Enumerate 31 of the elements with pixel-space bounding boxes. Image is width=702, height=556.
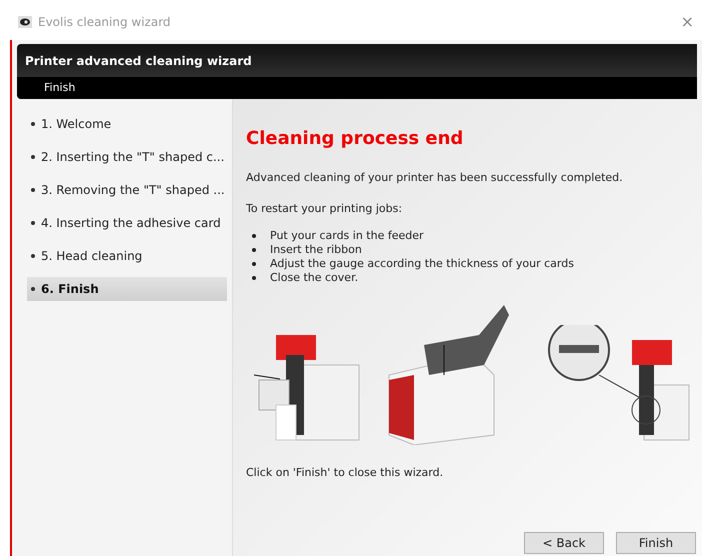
wizard-step[interactable]: 4. Inserting the adhesive card [27, 211, 227, 235]
bullet-icon [252, 248, 256, 252]
completion-message: Advanced cleaning of your printer has been successfully completed. [246, 170, 624, 186]
instruction-item: Close the cover. [270, 271, 358, 285]
closing-instruction: Click on 'Finish' to close this wizard. [246, 465, 444, 481]
back-button[interactable]: < Back [524, 532, 604, 554]
page-heading: Cleaning process end [246, 127, 464, 151]
instruction-item: Insert the ribbon [270, 243, 362, 257]
bullet-icon [31, 221, 35, 225]
bullet-icon [31, 287, 35, 291]
wizard-step[interactable]: 2. Inserting the "T" shaped c... [27, 145, 227, 169]
instruction-item: Adjust the gauge according the thickness of your cards [270, 257, 574, 271]
wizard-title: Printer advanced cleaning wizard [24, 52, 253, 70]
wizard-step[interactable]: 5. Head cleaning [27, 244, 227, 268]
bullet-icon [31, 155, 35, 159]
window-title: Evolis cleaning wizard [38, 14, 171, 31]
bullet-icon [31, 254, 35, 258]
instructions-intro: To restart your printing jobs: [246, 200, 404, 216]
bullet-icon [31, 122, 35, 126]
wizard-step[interactable]: 6. Finish [27, 277, 227, 301]
bullet-icon [252, 276, 256, 280]
bullet-icon [252, 234, 256, 238]
bullet-icon [31, 188, 35, 192]
close-button[interactable]: × [680, 14, 694, 30]
app-logo-icon [18, 16, 32, 28]
instruction-item: Put your cards in the feeder [270, 229, 424, 243]
wizard-step-title: Finish [17, 77, 697, 99]
bullet-icon [252, 262, 256, 266]
wizard-step[interactable]: 3. Removing the "T" shaped ... [27, 178, 227, 202]
finish-button[interactable]: Finish [616, 532, 696, 554]
wizard-step[interactable]: 1. Welcome [27, 112, 227, 136]
